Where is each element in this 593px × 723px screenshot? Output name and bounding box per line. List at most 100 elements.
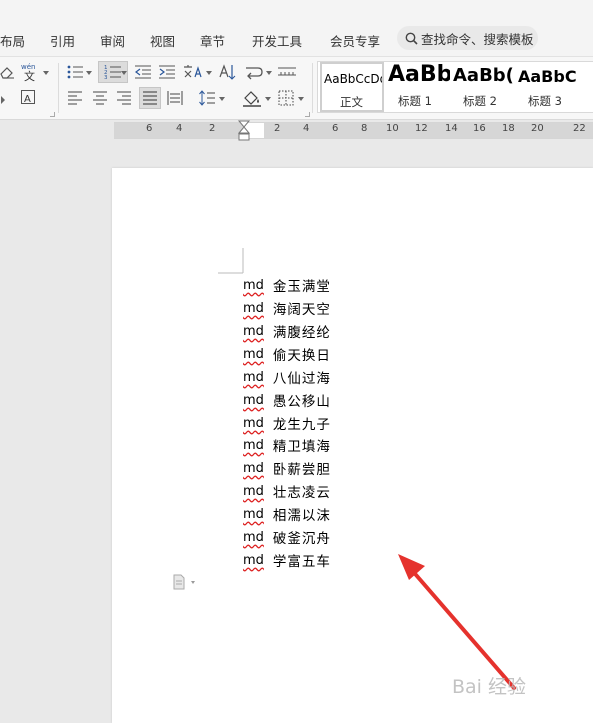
- distributed-align-button[interactable]: [166, 89, 184, 107]
- spell-error-word[interactable]: md: [243, 347, 264, 362]
- phonetic-guide-button[interactable]: wén 文: [20, 62, 42, 82]
- paragraph-group-launcher[interactable]: [305, 112, 310, 117]
- svg-text:3: 3: [104, 75, 108, 81]
- align-center-button[interactable]: [91, 89, 109, 107]
- chevron-down-icon[interactable]: [298, 97, 304, 101]
- document-line[interactable]: md 壮志凌云: [243, 481, 331, 502]
- style-heading-1[interactable]: AaBb 标题 1: [386, 62, 450, 112]
- chevron-down-icon[interactable]: [266, 71, 272, 75]
- indent-marker-icon[interactable]: [236, 120, 252, 142]
- style-heading-2[interactable]: AaBb( 标题 2: [451, 62, 515, 112]
- spell-error-word[interactable]: md: [243, 507, 264, 522]
- document-line[interactable]: md 八仙过海: [243, 367, 331, 388]
- ruler-number: 2: [209, 123, 216, 134]
- style-heading-3[interactable]: AaBbC 标题 3: [516, 62, 580, 112]
- spell-error-word[interactable]: md: [243, 393, 264, 408]
- style-heading-3-label: 标题 3: [528, 94, 562, 108]
- show-hide-marks-button[interactable]: [277, 63, 297, 81]
- idiom-text: 学富五车: [272, 554, 331, 570]
- idiom-text: 满腹经纶: [272, 325, 331, 341]
- document-line[interactable]: md 愚公移山: [243, 390, 331, 411]
- numbered-list-button[interactable]: 1 2 3: [98, 61, 128, 83]
- ribbon-separator: [312, 63, 313, 113]
- chinese-layout-icon: [184, 65, 202, 78]
- bullet-list-button[interactable]: [66, 63, 84, 81]
- chevron-down-icon[interactable]: [86, 71, 92, 75]
- document-line[interactable]: md 破釜沉舟: [243, 527, 331, 548]
- menu-view[interactable]: 视图: [150, 31, 175, 50]
- justify-button[interactable]: [139, 87, 161, 109]
- paste-options-button[interactable]: [172, 574, 198, 594]
- chevron-down-icon[interactable]: [219, 97, 225, 101]
- document-line[interactable]: md 龙生九子: [243, 413, 331, 434]
- char-border-button[interactable]: A: [20, 89, 36, 105]
- menu-references[interactable]: 引用: [50, 31, 75, 50]
- document-line[interactable]: md 相濡以沫: [243, 504, 331, 525]
- style-heading-2-sample: AaBb(: [453, 65, 514, 86]
- decrease-indent-button[interactable]: [134, 63, 152, 81]
- decrease-indent-icon: [135, 65, 151, 79]
- justify-icon: [143, 91, 157, 105]
- chinese-layout-button[interactable]: [182, 63, 204, 81]
- search-placeholder: 查找命令、搜索模板: [421, 31, 534, 47]
- eraser-icon: [0, 67, 14, 79]
- menu-developer-tools[interactable]: 开发工具: [252, 31, 302, 50]
- spell-error-word[interactable]: md: [243, 530, 264, 545]
- char-shading-button[interactable]: [0, 90, 8, 106]
- bullet-list-icon: [67, 65, 83, 79]
- ruler-number: 8: [361, 123, 368, 134]
- spell-error-word[interactable]: md: [243, 553, 264, 568]
- style-heading-1-label: 标题 1: [398, 94, 432, 108]
- ruler-number: 16: [473, 123, 486, 134]
- spell-error-word[interactable]: md: [243, 324, 264, 339]
- line-break-button[interactable]: [244, 63, 264, 81]
- document-line[interactable]: md 偷天换日: [243, 344, 331, 365]
- menu-review[interactable]: 审阅: [100, 31, 125, 50]
- ruler-number: 4: [176, 123, 183, 134]
- chevron-down-icon[interactable]: [43, 71, 49, 75]
- numbered-list-icon: 1 2 3: [104, 65, 121, 81]
- ruler-number: 6: [146, 123, 153, 134]
- spell-error-word[interactable]: md: [243, 484, 264, 499]
- style-normal-sample: AaBbCcDd: [324, 72, 384, 86]
- baidu-watermark: Bai 经验: [452, 676, 526, 698]
- document-line[interactable]: md 卧薪尝胆: [243, 458, 331, 479]
- search-command-box[interactable]: 查找命令、搜索模板: [397, 26, 538, 50]
- increase-indent-button[interactable]: [158, 63, 176, 81]
- spell-error-word[interactable]: md: [243, 370, 264, 385]
- menu-chapter[interactable]: 章节: [200, 31, 225, 50]
- document-line[interactable]: md 海阔天空: [243, 298, 331, 319]
- font-group-launcher[interactable]: [50, 112, 55, 117]
- spell-error-word[interactable]: md: [243, 301, 264, 316]
- idiom-text: 破釜沉舟: [272, 531, 331, 547]
- align-right-button[interactable]: [115, 89, 133, 107]
- paint-bucket-icon: [243, 91, 261, 107]
- document-line[interactable]: md 学富五车: [243, 550, 331, 571]
- borders-button[interactable]: [277, 89, 295, 107]
- spell-error-word[interactable]: md: [243, 461, 264, 476]
- align-left-button[interactable]: [66, 89, 84, 107]
- search-icon: [405, 32, 418, 45]
- line-break-icon: [246, 67, 263, 80]
- clear-format-button[interactable]: [0, 63, 16, 81]
- chevron-down-icon[interactable]: [265, 97, 271, 101]
- menu-layout[interactable]: 布局: [0, 31, 25, 50]
- text-direction-button[interactable]: [218, 63, 236, 81]
- spell-error-word[interactable]: md: [243, 438, 264, 453]
- document-line[interactable]: md 精卫填海: [243, 435, 331, 456]
- line-spacing-button[interactable]: [198, 89, 216, 107]
- spell-error-word[interactable]: md: [243, 416, 264, 431]
- style-normal[interactable]: AaBbCcDd 正文: [320, 62, 384, 112]
- document-line[interactable]: md 金玉满堂: [243, 275, 331, 296]
- ruler-number: 18: [502, 123, 515, 134]
- document-line[interactable]: md 满腹经纶: [243, 321, 331, 342]
- shading-button[interactable]: [242, 89, 262, 107]
- ruler-number: 10: [386, 123, 399, 134]
- svg-text:A: A: [24, 94, 31, 105]
- idiom-text: 精卫填海: [272, 439, 331, 455]
- borders-icon: [278, 90, 294, 106]
- spell-error-word[interactable]: md: [243, 278, 264, 293]
- menu-member[interactable]: 会员专享: [330, 31, 380, 50]
- chevron-down-icon[interactable]: [206, 71, 212, 75]
- svg-text:文: 文: [24, 69, 35, 82]
